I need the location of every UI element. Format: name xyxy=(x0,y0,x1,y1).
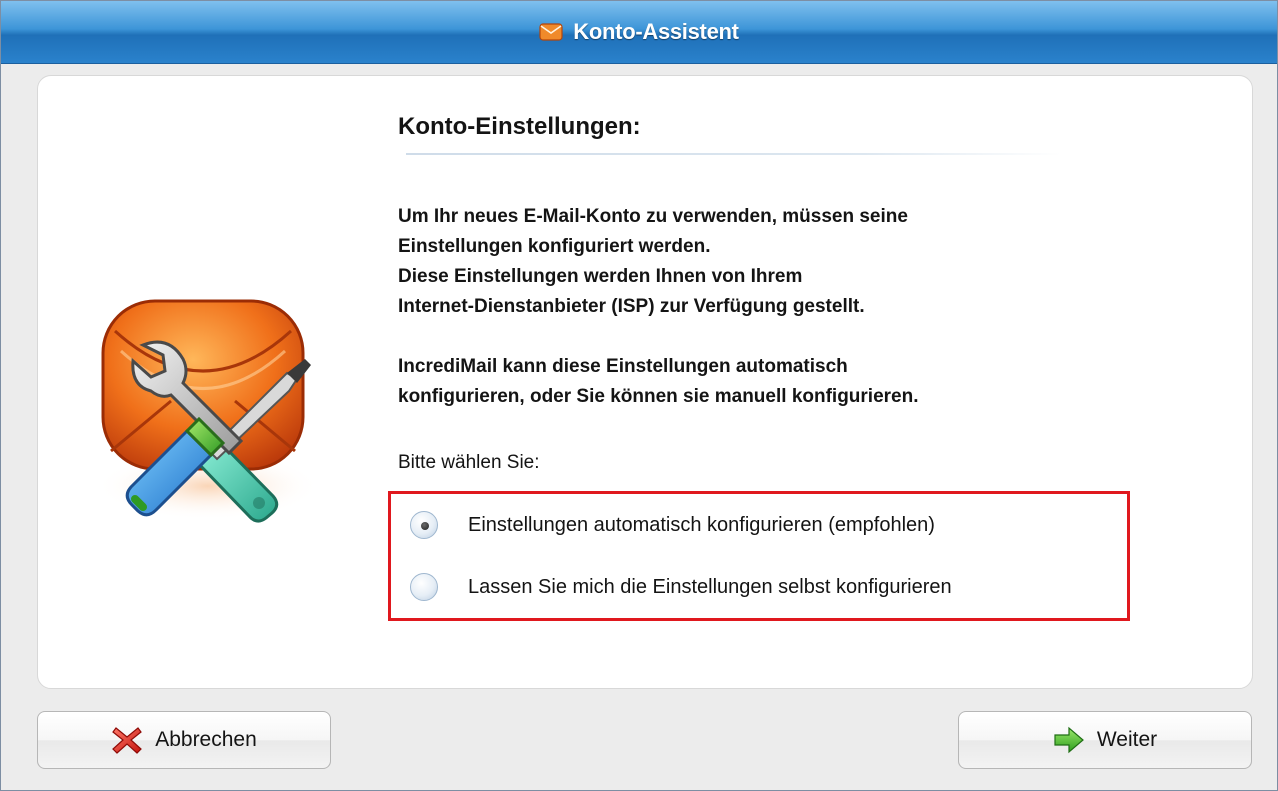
choose-label: Bitte wählen Sie: xyxy=(398,452,540,473)
radio-selected-dot xyxy=(421,522,429,530)
red-x-icon xyxy=(112,727,143,754)
radio-button-automatic[interactable] xyxy=(410,511,438,539)
intro-paragraph: Um Ihr neues E-Mail-Konto zu verwenden, … xyxy=(398,202,908,322)
next-button-label: Weiter xyxy=(1096,728,1158,751)
radio-label-manual[interactable]: Lassen Sie mich die Einstellungen selbst… xyxy=(468,576,952,599)
konto-assistent-window: Konto-Assistent Konto-Einstellungen: Um … xyxy=(0,0,1278,791)
green-arrow-right-icon xyxy=(1054,726,1084,754)
auto-config-paragraph: IncrediMail kann diese Einstellungen aut… xyxy=(398,352,919,412)
intro-line: Diese Einstellungen werden Ihnen von Ihr… xyxy=(398,266,803,287)
radio-label-automatic[interactable]: Einstellungen automatisch konfigurieren … xyxy=(468,514,935,537)
cancel-button-label: Abbrechen xyxy=(155,728,257,751)
intro-line: Um Ihr neues E-Mail-Konto zu verwenden, … xyxy=(398,206,908,227)
cancel-button[interactable]: Abbrechen xyxy=(37,711,331,769)
envelope-tools-icon xyxy=(96,299,320,523)
intro-line: Einstellungen konfiguriert werden. xyxy=(398,236,711,257)
auto-config-line: IncrediMail kann diese Einstellungen aut… xyxy=(398,356,848,377)
window-title: Konto-Assistent xyxy=(573,19,739,44)
heading-divider xyxy=(406,153,1061,155)
page-heading: Konto-Einstellungen: xyxy=(398,113,641,140)
intro-line: Internet-Dienstanbieter (ISP) zur Verfüg… xyxy=(398,296,865,317)
radio-option-automatic[interactable]: Einstellungen automatisch konfigurieren … xyxy=(410,511,935,539)
radio-button-manual[interactable] xyxy=(410,573,438,601)
radio-option-manual[interactable]: Lassen Sie mich die Einstellungen selbst… xyxy=(410,573,952,601)
next-button[interactable]: Weiter xyxy=(958,711,1252,769)
auto-config-line: konfigurieren, oder Sie können sie manue… xyxy=(398,386,919,407)
envelope-icon xyxy=(539,23,563,41)
title-bar: Konto-Assistent xyxy=(1,1,1277,64)
